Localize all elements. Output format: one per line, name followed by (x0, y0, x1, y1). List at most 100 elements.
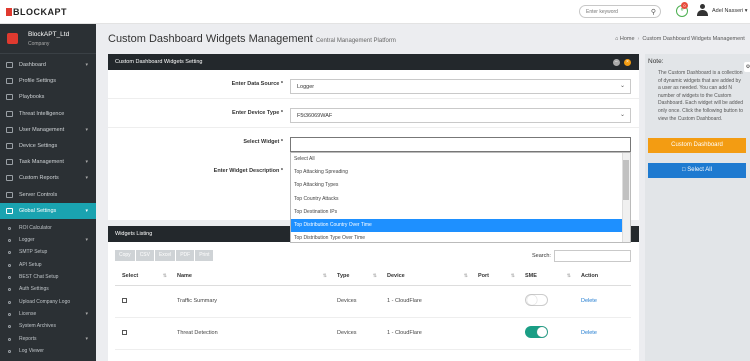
select-all-button[interactable]: □ Select All (648, 163, 746, 178)
column-header-device[interactable]: Device ⇅ (380, 268, 471, 286)
widget-option[interactable]: Top Distribution Type Over Time (291, 232, 630, 242)
row-sme-cell (518, 317, 574, 350)
print-button[interactable]: Print (195, 250, 215, 261)
sidebar-item-profile-settings[interactable]: Profile Settings (0, 73, 96, 89)
column-header-name[interactable]: Name ⇅ (170, 268, 330, 286)
sidebar-subitem-api-setup[interactable]: API Setup (0, 259, 96, 271)
user-icon (6, 78, 13, 85)
search-placeholder: Enter keyword (586, 9, 618, 15)
device-type-select[interactable]: F5t36069WAF ⌄ (290, 108, 631, 123)
sidebar-item-server-controls[interactable]: Server Controls (0, 187, 96, 203)
sidebar-subitem-log-viewer[interactable]: Log Viewer (0, 345, 96, 357)
column-header-label: Type (337, 273, 350, 280)
sidebar-item-label: Threat Intelligence (19, 110, 65, 117)
column-header-select[interactable]: Select ⇅ (115, 268, 170, 286)
sme-toggle[interactable] (525, 294, 548, 306)
column-header-port[interactable]: Port ⇅ (471, 268, 518, 286)
sidebar-subitem-auth-settings[interactable]: Auth Settings (0, 283, 96, 295)
excel-button[interactable]: Excel (154, 250, 177, 261)
page-title: Custom Dashboard Widgets Management Centr… (108, 33, 396, 45)
sidebar-subitem-smtp-setup[interactable]: SMTP Setup (0, 246, 96, 258)
table-header-row: Select ⇅ Name ⇅ Type ⇅ Device ⇅ Port ⇅ SME ⇅ A… (115, 268, 631, 286)
sidebar-subitem-upload-company-logo[interactable]: Upload Company Logo (0, 296, 96, 308)
sidebar-item-user-management[interactable]: User Management ▾ (0, 122, 96, 138)
sidebar-item-label: Playbooks (19, 94, 45, 101)
widget-option[interactable]: Top Attacking Spreading (291, 166, 630, 179)
sme-toggle[interactable] (525, 326, 548, 338)
sidebar-item-task-management[interactable]: Task Management ▾ (0, 154, 96, 170)
sidebar-item-device-settings[interactable]: Device Settings (0, 138, 96, 154)
widget-select[interactable] (290, 137, 631, 152)
sidebar-item-dashboard[interactable]: Dashboard ▾ (0, 57, 96, 73)
sidebar-subitem-label: Auth Settings (19, 286, 49, 293)
widget-settings-header: Custom Dashboard Widgets Setting − × (108, 54, 639, 70)
collapse-icon[interactable]: − (613, 59, 620, 66)
sidebar-subitem-label: ROI Calculator (19, 224, 52, 231)
button-label: Custom Dashboard (671, 142, 723, 148)
data-source-select[interactable]: Logger ⌄ (290, 79, 631, 94)
sort-icon: ⇅ (566, 273, 571, 279)
row-checkbox[interactable] (122, 329, 127, 335)
page-subtitle: Central Management Platform (315, 38, 396, 44)
copy-button[interactable]: Copy (115, 250, 136, 261)
sidebar-subitem-label: Logger (19, 237, 35, 244)
user-menu[interactable]: Adel Nasseri ▾ (712, 8, 747, 14)
chevron-down-icon: ▾ (85, 126, 88, 133)
sidebar-subitem-label: SMTP Setup (19, 249, 48, 256)
sidebar-nav: Dashboard ▾ Profile Settings Playbooks Th… (0, 57, 96, 219)
scrollbar-thumb[interactable] (623, 160, 629, 200)
breadcrumb-home[interactable]: Home (620, 36, 635, 42)
sidebar-subitem-system-archives[interactable]: System Archives (0, 320, 96, 332)
circle-icon (8, 325, 11, 329)
search-input[interactable]: Enter keyword ⚲ (579, 5, 661, 18)
sidebar-subitem-roi-calculator[interactable]: ROI Calculator (0, 222, 96, 234)
row-checkbox[interactable] (122, 297, 127, 303)
row-type: Devices (330, 317, 380, 350)
company-subtitle: Company (28, 41, 50, 47)
app-logo[interactable]: BLOCKAPT (6, 7, 67, 17)
circle-icon (8, 251, 11, 255)
chevron-down-icon: ▾ (85, 310, 88, 317)
pdf-button[interactable]: PDF (176, 250, 196, 261)
table-search-input[interactable] (554, 250, 631, 262)
chevron-down-icon: ⌄ (619, 112, 625, 118)
monitor-icon (6, 62, 13, 68)
custom-dashboard-button[interactable]: Custom Dashboard (648, 138, 746, 153)
column-header-sme[interactable]: SME ⇅ (518, 268, 574, 286)
circle-icon (8, 300, 11, 304)
close-icon[interactable]: × (624, 59, 631, 66)
sidebar-subitem-best-chat-setup[interactable]: BEST Chat Setup (0, 271, 96, 283)
settings-drawer-tab[interactable]: ⚙ (744, 62, 750, 72)
company-logo-icon (7, 33, 18, 44)
table-row: Threat Detection Devices 1 - CloudFlare … (115, 317, 631, 350)
column-header-type[interactable]: Type ⇅ (330, 268, 380, 286)
widget-option[interactable]: Select All (291, 153, 630, 166)
sidebar-item-threat-intelligence[interactable]: Threat Intelligence (0, 106, 96, 122)
delete-link[interactable]: Delete (574, 285, 631, 318)
widget-option-highlighted[interactable]: Top Distribution Country Over Time (291, 218, 630, 233)
widget-option[interactable]: Top Destination IPs (291, 206, 630, 219)
device-type-label: Enter Device Type * (232, 110, 283, 116)
home-icon[interactable]: ⌂ (615, 36, 618, 42)
user-avatar-icon[interactable] (697, 4, 708, 17)
sidebar-subitem-label: BEST Chat Setup (19, 274, 59, 281)
sidebar-item-custom-reports[interactable]: Custom Reports ▾ (0, 170, 96, 186)
widget-option[interactable]: Top Country Attacks (291, 193, 630, 206)
dropdown-scrollbar[interactable] (622, 153, 630, 242)
search-icon[interactable]: ⚲ (651, 8, 656, 16)
delete-link[interactable]: Delete (574, 317, 631, 350)
sidebar-subitem-license[interactable]: License ▾ (0, 308, 96, 320)
csv-button[interactable]: CSV (135, 250, 155, 261)
sidebar-subitem-logger[interactable]: Logger ▾ (0, 234, 96, 246)
sidebar-subitem-reports[interactable]: Reports ▾ (0, 333, 96, 345)
gear-icon (6, 207, 13, 214)
chevron-down-icon: ▾ (85, 335, 88, 342)
note-body: The Custom Dashboard is a collection of … (658, 70, 744, 122)
sidebar-item-playbooks[interactable]: Playbooks (0, 89, 96, 105)
sidebar-item-global-settings[interactable]: Global Settings ▾ (0, 202, 96, 219)
device-type-value: F5t36069WAF (297, 113, 333, 119)
report-icon (6, 175, 13, 182)
breadcrumb: ⌂ Home › Custom Dashboard Widgets Manageme… (615, 36, 745, 42)
data-source-label: Enter Data Source * (231, 81, 283, 87)
widget-option[interactable]: Top Attacking Types (291, 179, 630, 192)
